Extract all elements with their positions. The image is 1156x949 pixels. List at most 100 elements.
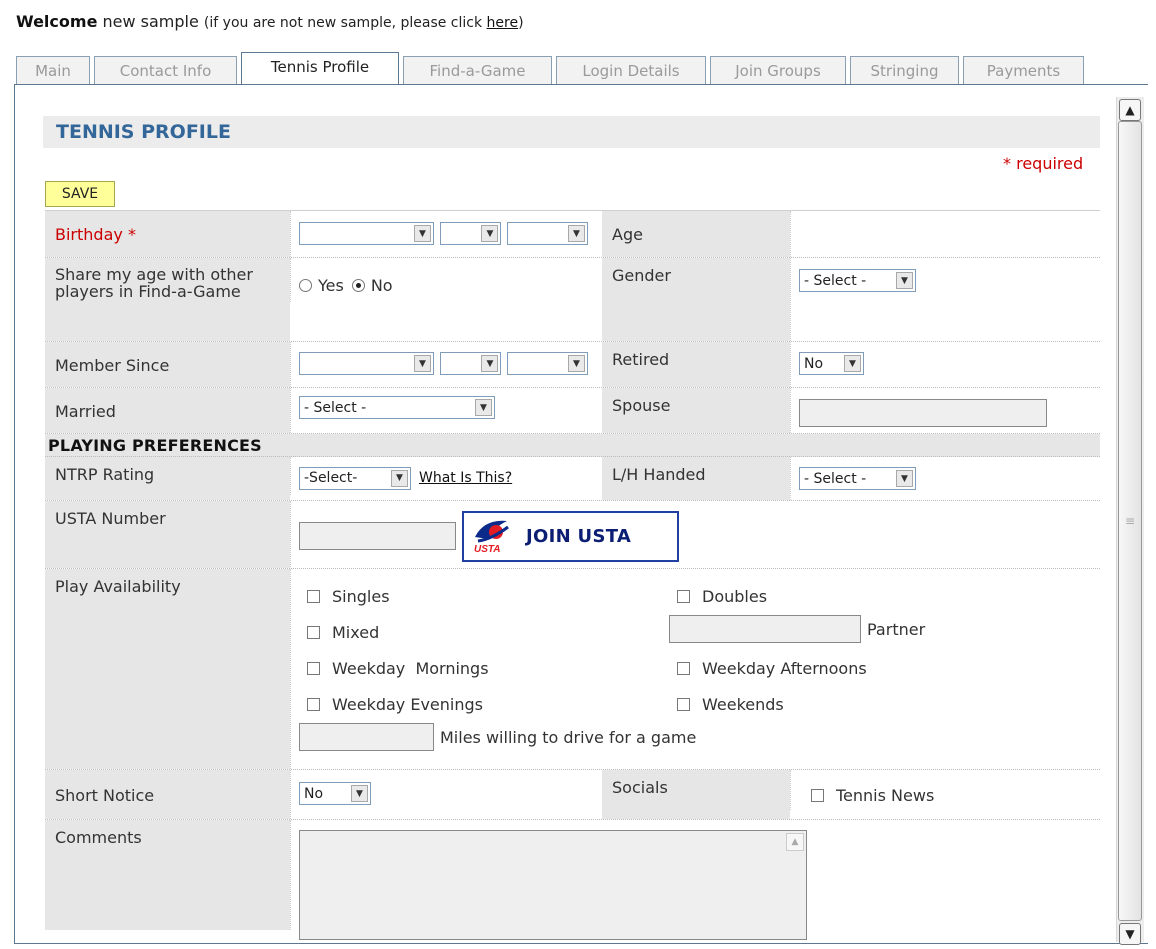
yes-label: Yes <box>318 275 344 295</box>
miles-field: Miles willing to drive for a game <box>299 723 696 751</box>
tab-join-groups[interactable]: Join Groups <box>710 56 846 84</box>
weekday-evenings-option[interactable]: Weekday Evenings <box>307 695 483 714</box>
birthday-day-select[interactable]: ▼ <box>440 222 502 245</box>
welcome-notice: (if you are not new sample, please click… <box>204 15 524 31</box>
row-married: Married - Select - ▼ Spouse <box>45 388 1100 434</box>
singles-option[interactable]: Singles <box>307 587 390 606</box>
weekday-mornings-label: Weekday Mornings <box>332 659 489 678</box>
tab-contact-info[interactable]: Contact Info <box>94 56 237 84</box>
save-button[interactable]: SAVE <box>45 181 115 207</box>
tab-main[interactable]: Main <box>16 56 90 84</box>
no-label: No <box>370 275 393 295</box>
retired-select[interactable]: No ▼ <box>799 352 864 375</box>
married-cell: - Select - ▼ <box>290 388 602 433</box>
tab-payments[interactable]: Payments <box>963 56 1084 84</box>
spouse-label: Spouse <box>602 388 790 433</box>
weekday-afternoons-checkbox[interactable] <box>677 662 690 675</box>
ntrp-select-value: -Select- <box>304 470 358 486</box>
married-select[interactable]: - Select - ▼ <box>299 396 495 419</box>
chevron-down-icon: ▼ <box>351 785 368 802</box>
married-select-value: - Select - <box>304 399 367 416</box>
weekends-option[interactable]: Weekends <box>677 695 784 714</box>
socials-label: Socials <box>602 770 790 819</box>
member-since-month-select[interactable]: ▼ <box>299 352 435 375</box>
birthday-year-select[interactable]: ▼ <box>507 222 588 245</box>
join-usta-button[interactable]: USTA JOIN USTA <box>462 510 679 562</box>
member-since-day-select[interactable]: ▼ <box>440 352 502 375</box>
weekends-checkbox[interactable] <box>677 698 690 711</box>
singles-checkbox[interactable] <box>307 590 320 603</box>
weekday-evenings-checkbox[interactable] <box>307 698 320 711</box>
gender-cell: - Select - ▼ <box>790 258 1100 341</box>
chevron-down-icon: ▼ <box>391 469 408 487</box>
partner-input[interactable] <box>669 615 861 643</box>
svg-text:USTA: USTA <box>474 544 500 555</box>
welcome-name: new sample <box>97 12 204 31</box>
tab-label: Login Details <box>582 61 680 80</box>
tennis-profile-form: Birthday * ▼ ▼ ▼ Age Share my age with o… <box>45 210 1100 940</box>
textarea-scroll-up-icon[interactable]: ▲ <box>786 833 804 851</box>
play-availability-label: Play Availability <box>45 569 290 769</box>
ntrp-label: NTRP Rating <box>45 457 290 500</box>
here-link[interactable]: here <box>487 15 519 31</box>
chevron-down-icon: ▼ <box>844 355 861 372</box>
singles-label: Singles <box>332 587 390 606</box>
tennis-news-label: Tennis News <box>836 785 935 805</box>
welcome-bold: Welcome <box>16 12 98 31</box>
gender-select[interactable]: - Select - ▼ <box>799 269 916 292</box>
scroll-down-icon[interactable]: ▼ <box>1119 923 1141 945</box>
comments-label: Comments <box>45 820 290 930</box>
gender-label: Gender <box>602 258 790 341</box>
birthday-month-select[interactable]: ▼ <box>299 222 435 245</box>
ntrp-select[interactable]: -Select- ▼ <box>299 466 411 490</box>
member-since-year-select[interactable]: ▼ <box>507 352 588 375</box>
play-availability-cell: Singles Doubles Mixed Partner Weekday Mo… <box>290 569 1100 769</box>
usta-number-input[interactable] <box>299 522 456 550</box>
scroll-thumb[interactable]: ≡ <box>1118 121 1142 921</box>
tab-find-a-game[interactable]: Find-a-Game <box>403 56 552 84</box>
vertical-scrollbar[interactable]: ▲ ≡ ▼ <box>1116 97 1144 945</box>
comments-cell: ▲ <box>290 820 1100 940</box>
chevron-down-icon: ▼ <box>475 399 492 416</box>
retired-select-value: No <box>804 355 824 372</box>
weekday-afternoons-option[interactable]: Weekday Afternoons <box>677 659 867 678</box>
short-notice-cell: No ▼ <box>290 770 602 819</box>
weekday-mornings-option[interactable]: Weekday Mornings <box>307 659 489 678</box>
weekends-label: Weekends <box>702 695 784 714</box>
comments-textarea[interactable]: ▲ <box>299 830 807 940</box>
share-age-radios: Yes No <box>290 258 602 302</box>
gender-select-value: - Select - <box>804 272 867 289</box>
short-notice-select-value: No <box>304 785 324 802</box>
welcome-notice-suffix: ) <box>518 15 524 31</box>
doubles-checkbox[interactable] <box>677 590 690 603</box>
row-comments: Comments ▲ <box>45 820 1100 940</box>
ntrp-cell: -Select- ▼ What Is This? <box>290 457 602 495</box>
chevron-down-icon: ▼ <box>896 272 913 289</box>
weekday-mornings-checkbox[interactable] <box>307 662 320 675</box>
birthday-selects: ▼ ▼ ▼ <box>290 211 602 257</box>
chevron-down-icon: ▼ <box>481 355 499 372</box>
share-age-no-radio[interactable] <box>351 278 365 292</box>
mixed-option[interactable]: Mixed <box>307 623 379 642</box>
tab-login-details[interactable]: Login Details <box>556 56 706 84</box>
handed-cell: - Select - ▼ <box>790 457 1100 500</box>
mixed-label: Mixed <box>332 623 380 642</box>
what-is-this-link[interactable]: What Is This? <box>419 470 512 486</box>
handed-select[interactable]: - Select - ▼ <box>799 467 916 490</box>
miles-input[interactable] <box>299 723 434 751</box>
miles-label: Miles willing to drive for a game <box>440 727 697 747</box>
retired-label: Retired <box>602 342 790 387</box>
tab-tennis-profile[interactable]: Tennis Profile <box>241 52 399 85</box>
short-notice-select[interactable]: No ▼ <box>299 782 371 805</box>
mixed-checkbox[interactable] <box>307 626 320 639</box>
scroll-up-icon[interactable]: ▲ <box>1119 99 1141 121</box>
tennis-news-checkbox[interactable] <box>811 788 824 802</box>
spouse-cell <box>790 388 1100 433</box>
spouse-input[interactable] <box>799 399 1047 427</box>
share-age-yes-radio[interactable] <box>299 278 312 292</box>
tab-label: Contact Info <box>119 61 212 80</box>
share-age-label: Share my age with other players in Find-… <box>45 258 290 341</box>
row-play-availability: Play Availability Singles Doubles Mixed … <box>45 569 1100 770</box>
tab-stringing[interactable]: Stringing <box>850 56 959 84</box>
doubles-option[interactable]: Doubles <box>677 587 767 606</box>
